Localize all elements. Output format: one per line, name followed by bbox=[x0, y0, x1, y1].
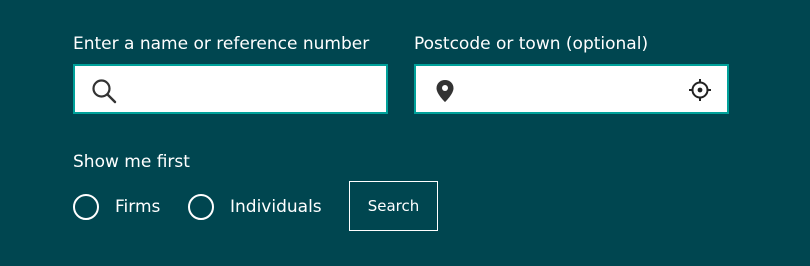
map-pin-icon bbox=[436, 80, 454, 102]
locate-me-icon[interactable] bbox=[688, 78, 712, 102]
radio-label-firms[interactable]: Firms bbox=[115, 197, 160, 217]
radio-label-individuals[interactable]: Individuals bbox=[230, 197, 322, 217]
postcode-or-town-input[interactable] bbox=[466, 66, 681, 112]
postcode-field-label: Postcode or town (optional) bbox=[414, 34, 649, 54]
radio-individuals[interactable]: Individuals bbox=[188, 194, 322, 220]
radio-button-firms[interactable] bbox=[73, 194, 99, 220]
name-field-label: Enter a name or reference number bbox=[73, 34, 370, 54]
postcode-input-box[interactable] bbox=[414, 64, 729, 114]
radio-button-individuals[interactable] bbox=[188, 194, 214, 220]
name-or-reference-input[interactable] bbox=[125, 66, 380, 112]
show-me-first-label: Show me first bbox=[73, 152, 190, 172]
radio-firms[interactable]: Firms bbox=[73, 194, 160, 220]
search-button[interactable]: Search bbox=[349, 181, 438, 231]
name-input-box[interactable] bbox=[73, 64, 388, 114]
search-icon bbox=[92, 79, 117, 104]
